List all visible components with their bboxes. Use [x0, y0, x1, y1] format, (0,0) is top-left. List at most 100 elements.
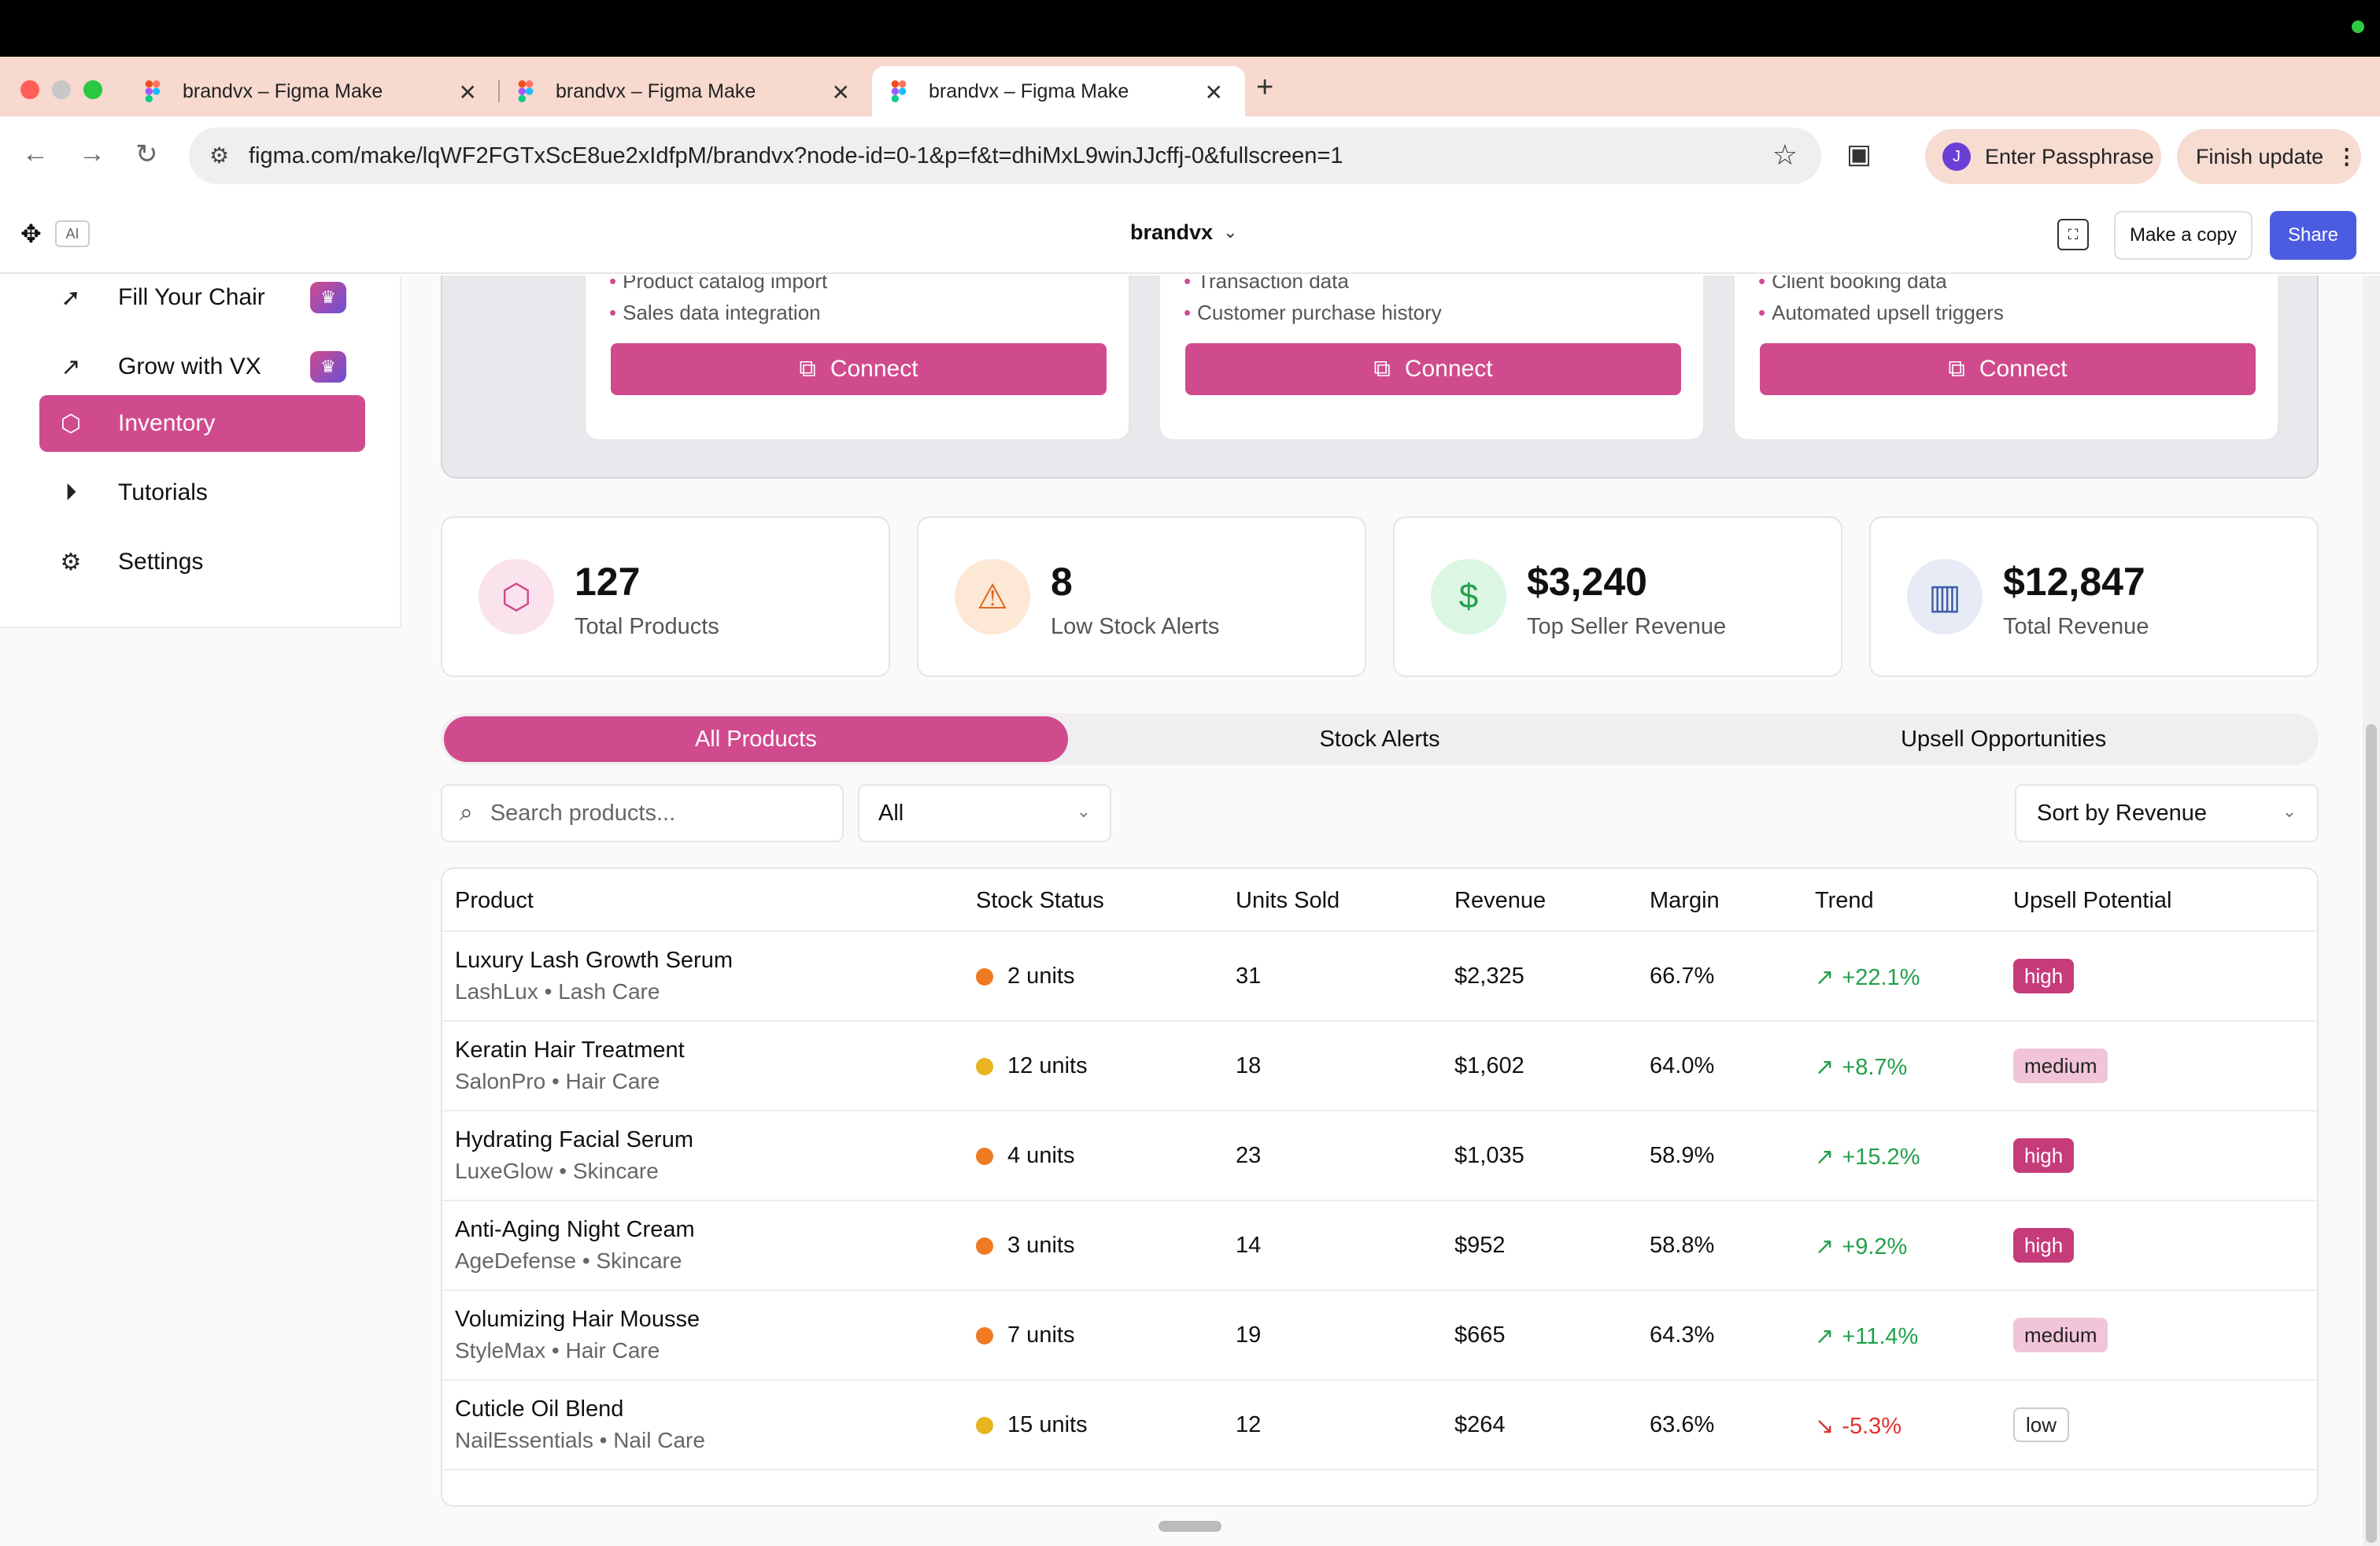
close-tab-icon[interactable]: ✕: [459, 80, 477, 105]
category-select[interactable]: All ⌄: [858, 784, 1111, 842]
box-icon: ⬡: [479, 559, 554, 634]
trend-value: +15.2%: [1842, 1145, 1920, 1170]
table-row[interactable]: Cuticle Oil Blend NailEssentials • Nail C…: [442, 1381, 2317, 1470]
stock-status: 7 units: [976, 1322, 1074, 1348]
table-row[interactable]: Anti-Aging Night Cream AgeDefense • Skinc…: [442, 1201, 2317, 1291]
stock-units: 7 units: [1007, 1322, 1075, 1348]
project-title[interactable]: brandvx: [1130, 220, 1213, 245]
stock-units: 12 units: [1007, 1053, 1088, 1078]
column-header[interactable]: Revenue: [1454, 888, 1546, 914]
bookmark-star-icon[interactable]: ☆: [1772, 139, 1798, 172]
browser-tab[interactable]: brandvx – Figma Make ✕: [126, 66, 500, 117]
upsell-badge: high: [2013, 1138, 2075, 1173]
search-input[interactable]: [490, 800, 821, 827]
sidebar-item-label: Grow with VX: [118, 353, 261, 379]
margin: 58.8%: [1650, 1233, 1715, 1258]
crown-icon: ♛: [310, 282, 346, 313]
column-header[interactable]: Margin: [1650, 888, 1720, 914]
browser-chrome: brandvx – Figma Make ✕ brandvx – Figma M…: [0, 57, 2380, 195]
stock-dot-icon: [976, 1058, 993, 1075]
column-header[interactable]: Trend: [1815, 888, 1874, 914]
trending-down-icon: ↘: [1815, 1414, 1835, 1439]
search-box[interactable]: ⌕: [441, 784, 844, 842]
passphrase-button[interactable]: J Enter Passphrase: [1925, 129, 2161, 184]
table-row[interactable]: Luxury Lash Growth Serum LashLux • Lash C…: [442, 932, 2317, 1022]
scrollbar-thumb[interactable]: [2366, 724, 2377, 1543]
minimize-window-button[interactable]: [52, 80, 71, 99]
integrations-panel: Product catalog import Sales data integr…: [441, 276, 2319, 479]
column-header[interactable]: Units Sold: [1236, 888, 1340, 914]
site-settings-icon[interactable]: ⚙: [209, 142, 236, 169]
url-text: figma.com/make/lqWF2FGTxScE8ue2xIdfpM/br…: [249, 142, 1343, 168]
cursor-icon: ➚: [61, 284, 81, 311]
ai-badge[interactable]: AI: [55, 220, 90, 247]
close-tab-icon[interactable]: ✕: [832, 80, 850, 105]
address-bar[interactable]: ⚙ figma.com/make/lqWF2FGTxScE8ue2xIdfpM/…: [189, 128, 1821, 184]
stock-status: 15 units: [976, 1412, 1088, 1438]
forward-icon[interactable]: →: [79, 139, 105, 169]
more-menu-icon[interactable]: ⋮: [2336, 145, 2357, 169]
search-tabs-icon[interactable]: ▣: [1846, 139, 1872, 170]
tab-upsell-opportunities[interactable]: Upsell Opportunities: [1691, 716, 2315, 762]
trending-up-icon: ↗: [1815, 1234, 1835, 1259]
revenue: $1,602: [1454, 1053, 1524, 1078]
close-window-button[interactable]: [20, 80, 39, 99]
window-controls: [20, 80, 102, 99]
product-name: Anti-Aging Night Cream: [455, 1217, 695, 1242]
sidebar-item-fill-your-chair[interactable]: ➚ Fill Your Chair ♛: [39, 276, 365, 326]
chevron-down-icon[interactable]: ⌄: [1223, 222, 1237, 242]
finish-update-button[interactable]: Finish update ⋮: [2177, 129, 2361, 184]
table-row[interactable]: Keratin Hair Treatment SalonPro • Hair Ca…: [442, 1022, 2317, 1111]
browser-tab[interactable]: brandvx – Figma Make ✕: [499, 66, 872, 117]
connect-button[interactable]: ⧉ Connect: [1185, 343, 1681, 395]
browser-tab-active[interactable]: brandvx – Figma Make ✕: [872, 66, 1245, 117]
revenue: $264: [1454, 1412, 1506, 1437]
tab-stock-alerts[interactable]: Stock Alerts: [1068, 716, 1692, 762]
margin: 64.0%: [1650, 1053, 1715, 1078]
reload-icon[interactable]: ↻: [135, 139, 158, 170]
resize-handle[interactable]: [1159, 1521, 1221, 1532]
back-icon[interactable]: ←: [22, 139, 49, 169]
stock-units: 3 units: [1007, 1233, 1075, 1258]
sidebar-item-grow-with-vx[interactable]: ↗ Grow with VX ♛: [39, 338, 365, 395]
scrollbar[interactable]: [2363, 276, 2380, 1546]
table-row[interactable]: Hydrating Facial Serum LuxeGlow • Skincar…: [442, 1111, 2317, 1201]
stock-status: 4 units: [976, 1143, 1074, 1169]
sort-select[interactable]: Sort by Revenue ⌄: [2015, 784, 2319, 842]
connect-button[interactable]: ⧉ Connect: [1760, 343, 2256, 395]
figma-favicon-icon: [145, 80, 161, 102]
column-header[interactable]: Product: [455, 888, 534, 914]
column-header[interactable]: Stock Status: [976, 888, 1104, 914]
trending-up-icon: ↗: [1815, 1055, 1835, 1080]
maximize-window-button[interactable]: [83, 80, 102, 99]
sidebar-item-tutorials[interactable]: ⏵ Tutorials: [39, 464, 365, 521]
new-tab-icon[interactable]: +: [1256, 71, 1273, 105]
stat-label: Total Products: [575, 614, 719, 639]
device-view-icon[interactable]: ⛶: [2057, 219, 2089, 250]
connect-button[interactable]: ⧉ Connect: [611, 343, 1107, 395]
browser-tabs: brandvx – Figma Make ✕ brandvx – Figma M…: [126, 66, 1245, 117]
tab-all-products[interactable]: All Products: [444, 716, 1068, 762]
sidebar-item-inventory[interactable]: ⬡ Inventory: [39, 395, 365, 452]
upsell-badge: high: [2013, 959, 2075, 993]
share-button[interactable]: Share: [2270, 211, 2356, 260]
stock-dot-icon: [976, 1237, 993, 1255]
trend: ↘ -5.3%: [1815, 1412, 1901, 1440]
tab-title: brandvx – Figma Make: [556, 80, 756, 102]
figma-logo-icon[interactable]: ✥: [20, 219, 44, 250]
table-row[interactable]: Volumizing Hair Mousse StyleMax • Hair Ca…: [442, 1291, 2317, 1381]
products-table: Product Stock Status Units Sold Revenue …: [441, 867, 2319, 1507]
make-copy-button[interactable]: Make a copy: [2114, 211, 2252, 260]
trend: ↗ +15.2%: [1815, 1143, 1920, 1171]
passphrase-label: Enter Passphrase: [1985, 144, 2154, 168]
stat-label: Total Revenue: [2003, 614, 2149, 639]
trend: ↗ +8.7%: [1815, 1053, 1907, 1081]
tab-title: brandvx – Figma Make: [183, 80, 383, 102]
sidebar-item-label: Tutorials: [118, 479, 208, 505]
upsell-badge: medium: [2013, 1049, 2108, 1083]
close-tab-icon[interactable]: ✕: [1205, 80, 1223, 105]
column-header[interactable]: Upsell Potential: [2013, 888, 2172, 914]
category-value: All: [878, 800, 904, 826]
sidebar-item-settings[interactable]: ⚙ Settings: [39, 534, 365, 590]
gear-icon: ⚙: [60, 549, 82, 575]
